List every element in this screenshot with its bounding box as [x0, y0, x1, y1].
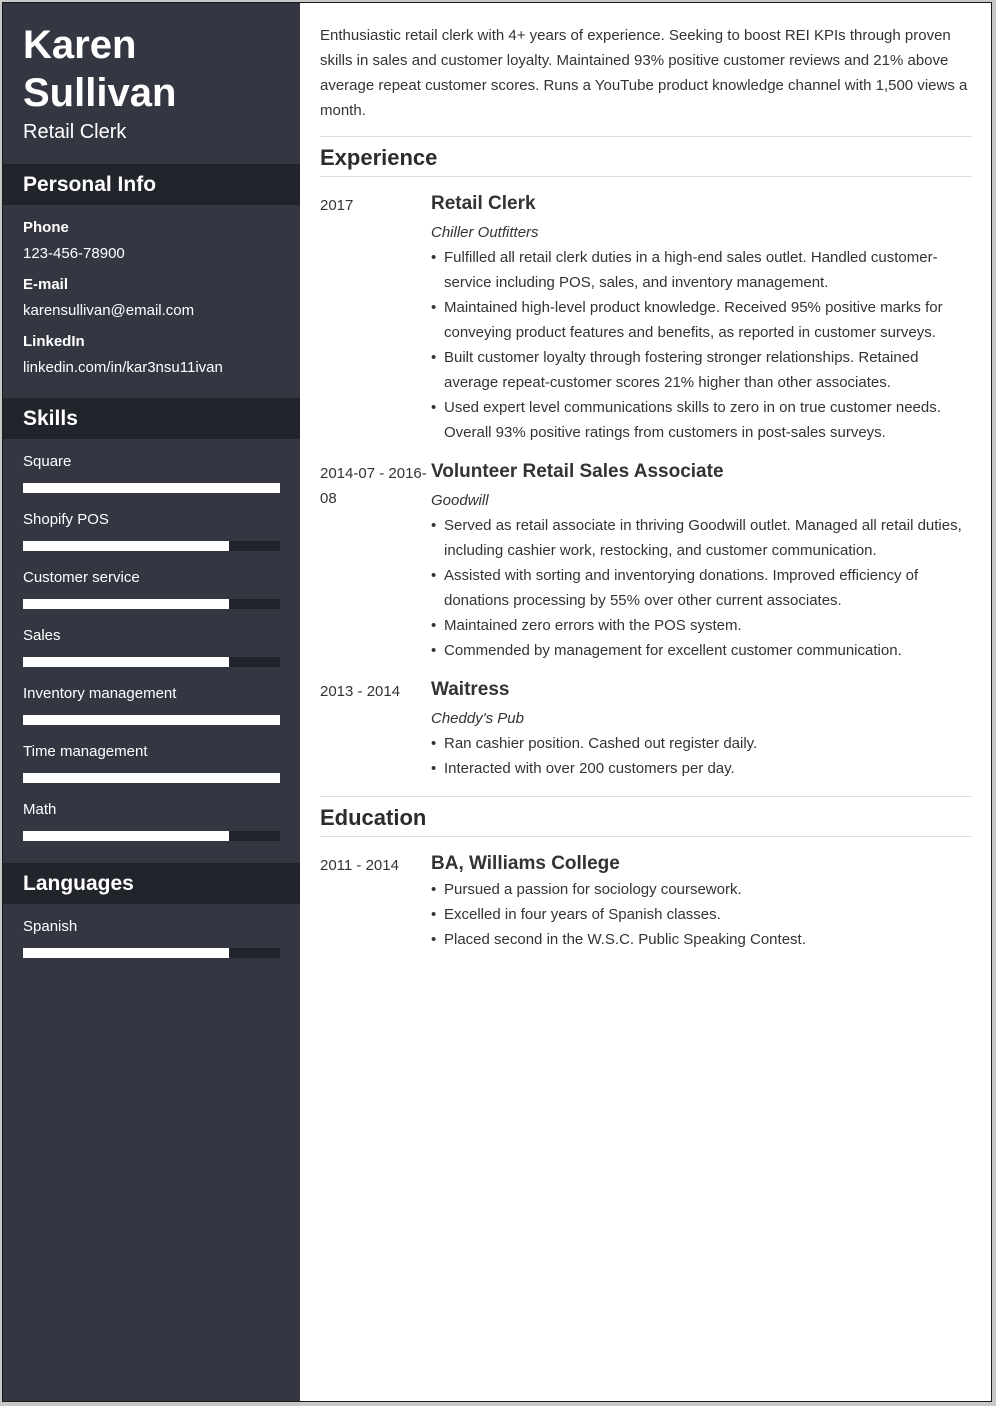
entry-date: 2013 - 2014	[320, 683, 401, 700]
entry-bullets: Pursued a passion for sociology coursewo…	[431, 877, 972, 952]
info-value: 123-456-78900	[23, 245, 125, 262]
entry-title: Waitress	[431, 679, 510, 700]
entry-title: BA, Williams College	[431, 853, 620, 874]
skill-level-bar	[23, 541, 280, 551]
bullet-item: Interacted with over 200 customers per d…	[431, 756, 972, 781]
bullet-item: Placed second in the W.S.C. Public Speak…	[431, 927, 972, 952]
full-name: Karen Sullivan	[3, 3, 300, 117]
info-value: linkedin.com/in/kar3nsu11ivan	[23, 359, 223, 376]
bullet-item: Served as retail associate in thriving G…	[431, 513, 972, 563]
entry-date: 2017	[320, 197, 354, 214]
info-label: LinkedIn	[23, 333, 85, 350]
info-value: karensullivan@email.com	[23, 302, 195, 319]
entry-details: BA, Williams College Pursued a passion fo…	[431, 851, 972, 952]
bullet-item: Pursued a passion for sociology coursewo…	[431, 877, 972, 902]
bullet-item: Commended by management for excellent cu…	[431, 638, 972, 663]
entry-date: 2014-07 - 2016-08	[320, 465, 427, 507]
education-heading: Education	[320, 797, 972, 837]
skill-level-bar	[23, 715, 280, 725]
entry: 2014-07 - 2016-08 Volunteer Retail Sales …	[320, 459, 972, 663]
info-label: Phone	[23, 219, 69, 236]
first-name: Karen	[23, 23, 137, 67]
bullet-item: Fulfilled all retail clerk duties in a h…	[431, 245, 972, 295]
summary: Enthusiastic retail clerk with 4+ years …	[320, 23, 972, 137]
skill-level-bar	[23, 657, 280, 667]
skill-level-fill	[23, 657, 229, 667]
entry-title: Retail Clerk	[431, 193, 536, 214]
entry-company: Chiller Outfitters	[431, 224, 539, 241]
experience-heading: Experience	[320, 137, 972, 177]
skill-name: Math	[23, 801, 57, 818]
skill-level-fill	[23, 599, 229, 609]
info-label: E-mail	[23, 276, 69, 293]
bullet-item: Maintained high-level product knowledge.…	[431, 295, 972, 345]
job-role: Retail Clerk	[23, 121, 127, 143]
sidebar: Karen Sullivan Retail Clerk Personal Inf…	[3, 3, 300, 1401]
last-name: Sullivan	[23, 71, 177, 115]
experience-list: 2017 Retail Clerk Chiller Outfitters Fulfil…	[320, 191, 972, 781]
entry: 2011 - 2014 BA, Williams College Pursued a…	[320, 851, 972, 952]
skill-level-fill	[23, 773, 280, 783]
skill-level-fill	[23, 541, 229, 551]
languages-heading: Languages	[3, 863, 300, 904]
main-content: Enthusiastic retail clerk with 4+ years …	[300, 3, 991, 1401]
skill-level-bar	[23, 599, 280, 609]
skill-level-fill	[23, 483, 280, 493]
entry-details: Waitress Cheddy's Pub Ran cashier position…	[431, 677, 972, 781]
skill-name: Sales	[23, 627, 61, 644]
entry-bullets: Ran cashier position. Cashed out registe…	[431, 731, 972, 781]
skill-level-fill	[23, 715, 280, 725]
entry-bullets: Served as retail associate in thriving G…	[431, 513, 972, 663]
skill-level-fill	[23, 948, 229, 958]
entry-date: 2011 - 2014	[320, 857, 399, 874]
skills-heading: Skills	[3, 398, 300, 439]
skill-name: Inventory management	[23, 685, 177, 702]
entry-company: Cheddy's Pub	[431, 710, 524, 727]
entry: 2017 Retail Clerk Chiller Outfitters Fulfil…	[320, 191, 972, 445]
entry-bullets: Fulfilled all retail clerk duties in a h…	[431, 245, 972, 445]
entry-details: Retail Clerk Chiller Outfitters Fulfilled …	[431, 191, 972, 445]
bullet-item: Maintained zero errors with the POS syst…	[431, 613, 972, 638]
skill-name: Time management	[23, 743, 148, 760]
bullet-item: Used expert level communications skills …	[431, 395, 972, 445]
personal-info-heading: Personal Info	[3, 164, 300, 205]
entry-details: Volunteer Retail Sales Associate Goodwill…	[431, 459, 972, 663]
entry-company: Goodwill	[431, 492, 489, 509]
personal-info-list: Phone 123-456-78900 E-mail karensullivan@em…	[3, 205, 300, 398]
skill-name: Spanish	[23, 918, 78, 935]
bullet-item: Assisted with sorting and inventorying d…	[431, 563, 972, 613]
skill-level-fill	[23, 831, 229, 841]
skills-list: Square Shopify POS Customer service Sales In…	[3, 439, 300, 863]
entry: 2013 - 2014 Waitress Cheddy's Pub Ran cashi…	[320, 677, 972, 781]
skill-level-bar	[23, 773, 280, 783]
bullet-item: Built customer loyalty through fostering…	[431, 345, 972, 395]
skill-name: Shopify POS	[23, 511, 109, 528]
skill-name: Square	[23, 453, 72, 470]
bullet-item: Ran cashier position. Cashed out registe…	[431, 731, 972, 756]
skill-level-bar	[23, 831, 280, 841]
resume-page: Karen Sullivan Retail Clerk Personal Inf…	[2, 2, 992, 1402]
education-list: 2011 - 2014 BA, Williams College Pursued a…	[320, 851, 972, 952]
skill-level-bar	[23, 483, 280, 493]
bullet-item: Excelled in four years of Spanish classe…	[431, 902, 972, 927]
entry-title: Volunteer Retail Sales Associate	[431, 461, 724, 482]
skill-name: Customer service	[23, 569, 140, 586]
skill-level-bar	[23, 948, 280, 958]
languages-list: Spanish	[3, 904, 300, 980]
